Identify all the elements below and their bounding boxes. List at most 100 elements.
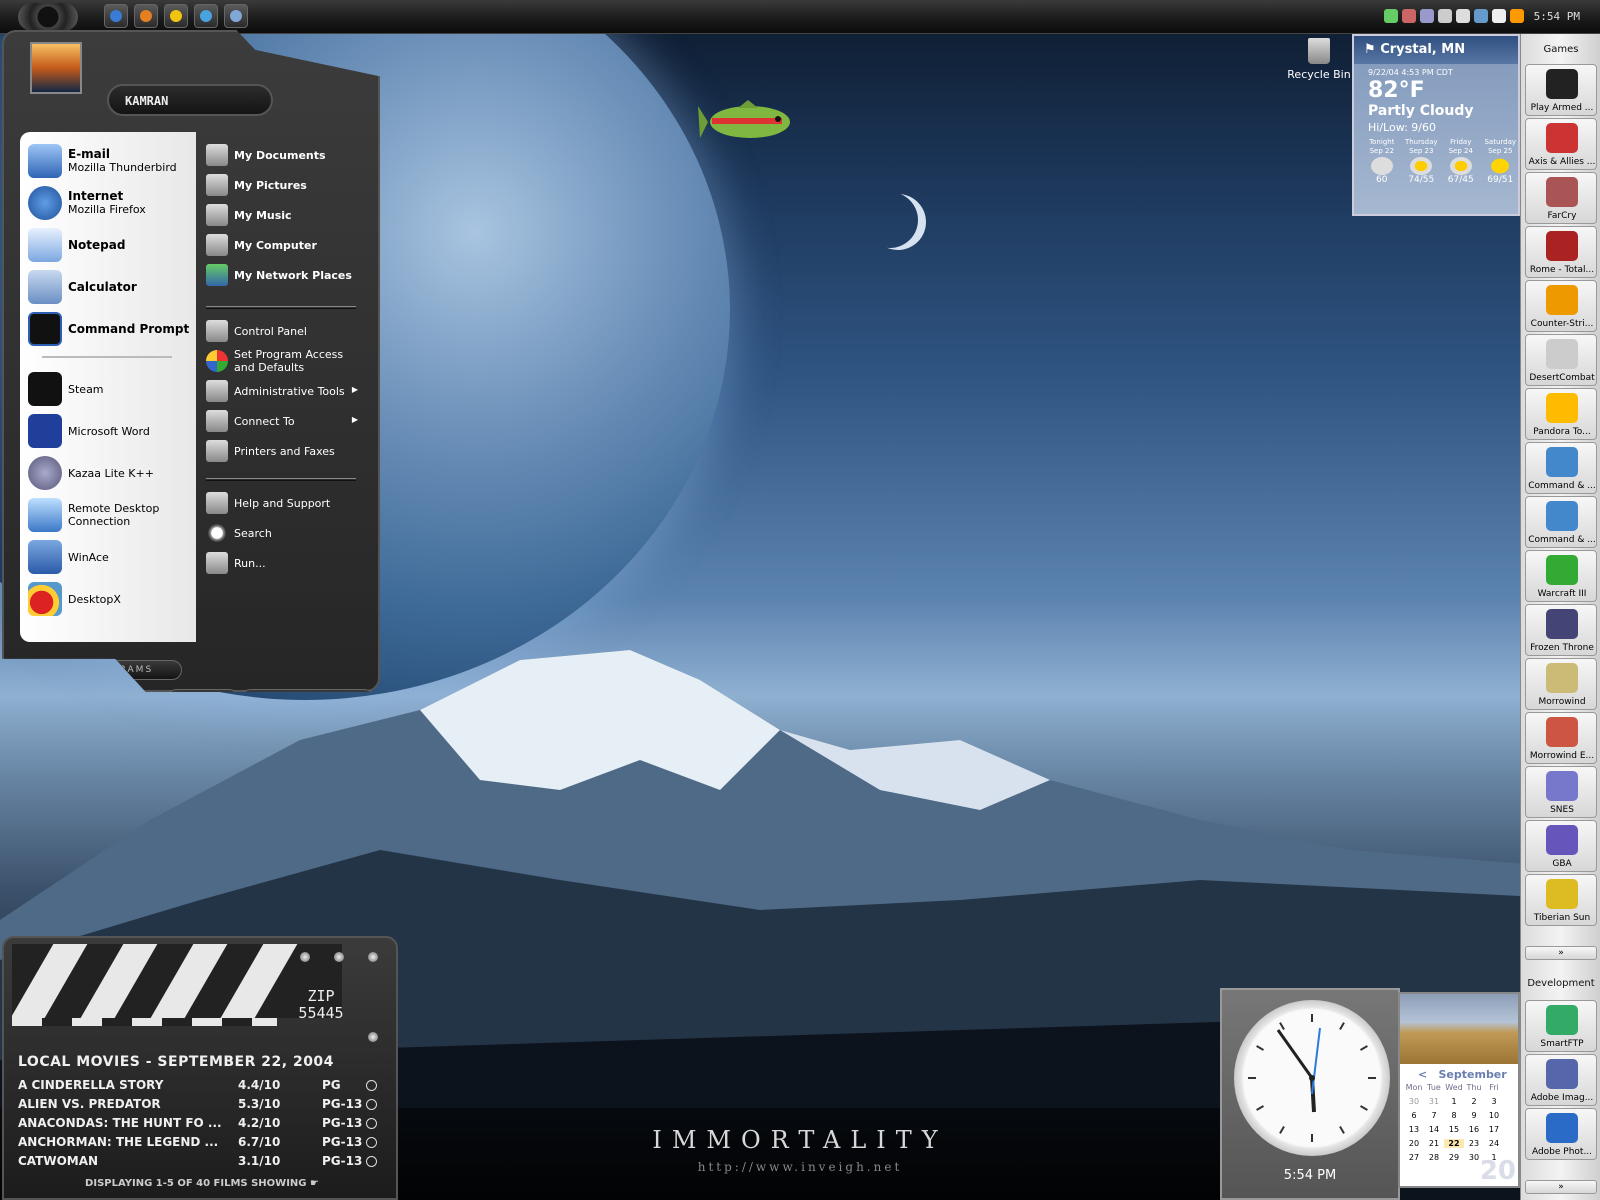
calendar-cell[interactable]: 10 — [1484, 1111, 1504, 1120]
dock-item[interactable]: DesertCombat — [1525, 334, 1597, 386]
tray-app-icon[interactable] — [1491, 9, 1506, 23]
tray-app-icon[interactable] — [1401, 9, 1416, 23]
dock-item[interactable]: Axis & Allies ... — [1525, 118, 1597, 170]
calendar-cell[interactable]: 17 — [1484, 1125, 1504, 1134]
calendar-cell[interactable]: 14 — [1424, 1125, 1444, 1134]
calendar-cell[interactable]: Wed — [1444, 1083, 1464, 1092]
calendar-cell[interactable]: Mon — [1404, 1083, 1424, 1092]
calendar-cell[interactable]: 27 — [1404, 1153, 1424, 1162]
system-connect-to[interactable]: Connect To ▶ — [206, 410, 358, 432]
calendar-prev-button[interactable]: < — [1418, 1068, 1427, 1081]
dock-item[interactable]: Play Armed ... — [1525, 64, 1597, 116]
calendar-cell[interactable]: 2 — [1464, 1097, 1484, 1106]
calendar-cell[interactable]: 22 — [1444, 1139, 1464, 1148]
system-admin-tools[interactable]: Administrative Tools ▶ — [206, 380, 358, 402]
showtimes-clock-icon[interactable] — [366, 1156, 377, 1167]
calendar-cell[interactable]: Tue — [1424, 1083, 1444, 1092]
dock-item[interactable]: Morrowind — [1525, 658, 1597, 710]
dock-item[interactable]: Adobe Imag... — [1525, 1054, 1597, 1106]
tray-app-icon[interactable] — [1473, 9, 1488, 23]
calendar-cell[interactable]: 20 — [1404, 1139, 1424, 1148]
recycle-bin[interactable]: Recycle Bin — [1283, 38, 1355, 81]
dock-item[interactable]: Pandora To... — [1525, 388, 1597, 440]
recent-word[interactable]: Microsoft Word — [28, 414, 192, 448]
quicklaunch-ie-icon[interactable] — [104, 4, 128, 28]
help-and-support[interactable]: Help and Support — [206, 492, 356, 514]
calendar-cell[interactable]: 8 — [1444, 1111, 1464, 1120]
calendar-cell[interactable]: 16 — [1464, 1125, 1484, 1134]
local-movies-widget[interactable]: ZIP 55445 LOCAL MOVIES - SEPTEMBER 22, 2… — [2, 936, 398, 1200]
user-avatar[interactable] — [30, 42, 82, 94]
recent-winace[interactable]: WinAce — [28, 540, 192, 574]
dock-item[interactable]: Counter-Stri... — [1525, 280, 1597, 332]
showtimes-clock-icon[interactable] — [366, 1099, 377, 1110]
showtimes-clock-icon[interactable] — [366, 1137, 377, 1148]
tray-app-icon[interactable] — [1455, 9, 1470, 23]
dock-item[interactable]: FarCry — [1525, 172, 1597, 224]
place-my-computer[interactable]: My Computer — [206, 234, 356, 256]
quicklaunch-network-icon[interactable] — [194, 4, 218, 28]
calendar-cell[interactable]: 6 — [1404, 1111, 1424, 1120]
dock-item[interactable]: Command & ... — [1525, 496, 1597, 548]
calendar-cell[interactable]: 29 — [1444, 1153, 1464, 1162]
quicklaunch-media-icon[interactable] — [164, 4, 188, 28]
weather-widget[interactable]: ⚑ Crystal, MN 9/22/04 4:53 PM CDT 82°F P… — [1352, 34, 1520, 216]
calendar-cell[interactable]: Fri — [1484, 1083, 1504, 1092]
tray-network-icon[interactable] — [1383, 9, 1398, 23]
calendar-cell[interactable]: 24 — [1484, 1139, 1504, 1148]
dock-item[interactable]: Warcraft III — [1525, 550, 1597, 602]
tray-volume-icon[interactable] — [1509, 9, 1524, 23]
fish-desktop-pet[interactable] — [698, 100, 798, 144]
start-orb-button[interactable] — [18, 3, 78, 31]
place-my-music[interactable]: My Music — [206, 204, 356, 226]
quicklaunch-firefox-icon[interactable] — [134, 4, 158, 28]
calendar-cell[interactable]: 15 — [1444, 1125, 1464, 1134]
recent-kazaa[interactable]: Kazaa Lite K++ — [28, 456, 192, 490]
showtimes-clock-icon[interactable] — [366, 1080, 377, 1091]
run-item[interactable]: Run... — [206, 552, 356, 574]
system-program-access[interactable]: Set Program Access and Defaults — [206, 348, 356, 374]
calendar-cell[interactable]: 1 — [1444, 1097, 1464, 1106]
taskbar-clock[interactable]: 5:54 PM — [1534, 10, 1580, 23]
system-control-panel[interactable]: Control Panel — [206, 320, 356, 342]
quicklaunch-tools-icon[interactable] — [224, 4, 248, 28]
calendar-cell[interactable]: 31 — [1424, 1097, 1444, 1106]
calendar-cell[interactable]: 28 — [1424, 1153, 1444, 1162]
movies-footer[interactable]: DISPLAYING 1-5 OF 40 FILMS SHOWING ☛ — [4, 1178, 400, 1189]
tray-app-icon[interactable] — [1419, 9, 1434, 23]
zip-code-display[interactable]: ZIP 55445 — [276, 988, 366, 1044]
calendar-cell[interactable]: 9 — [1464, 1111, 1484, 1120]
dock-item[interactable]: GBA — [1525, 820, 1597, 872]
showtimes-clock-icon[interactable] — [366, 1118, 377, 1129]
calendar-cell[interactable]: 13 — [1404, 1125, 1424, 1134]
dock-more-button[interactable]: » — [1525, 946, 1597, 960]
dock-item[interactable]: Rome - Total... — [1525, 226, 1597, 278]
pinned-email[interactable]: E-mail Mozilla Thunderbird — [28, 144, 192, 178]
search-item[interactable]: Search — [206, 522, 356, 544]
pinned-notepad[interactable]: Notepad — [28, 228, 192, 262]
place-my-network[interactable]: My Network Places — [206, 264, 356, 286]
next-page-icon[interactable]: ☛ — [310, 1178, 319, 1189]
recent-steam[interactable]: Steam — [28, 372, 192, 406]
place-my-documents[interactable]: My Documents — [206, 144, 356, 166]
calendar-cell[interactable]: 3 — [1484, 1097, 1504, 1106]
dock-item[interactable]: Morrowind E... — [1525, 712, 1597, 764]
calendar-cell[interactable]: 7 — [1424, 1111, 1444, 1120]
dock-more-button[interactable]: » — [1525, 1180, 1597, 1194]
dock-item[interactable]: Tiberian Sun — [1525, 874, 1597, 926]
clock-widget[interactable]: 5:54 PM — [1220, 988, 1400, 1200]
place-my-pictures[interactable]: My Pictures — [206, 174, 356, 196]
dock-item[interactable]: Frozen Throne — [1525, 604, 1597, 656]
recent-remote-desktop[interactable]: Remote Desktop Connection — [28, 498, 192, 532]
dock-item[interactable]: SmartFTP — [1525, 1000, 1597, 1052]
pinned-command-prompt[interactable]: Command Prompt — [28, 312, 192, 346]
tray-app-icon[interactable] — [1437, 9, 1452, 23]
calendar-widget[interactable]: < September Mon Tue Wed Thu Fri 30 31 1 2 3 6 7 8 9 10 1… — [1398, 992, 1520, 1188]
calendar-cell[interactable]: 23 — [1464, 1139, 1484, 1148]
pinned-internet[interactable]: Internet Mozilla Firefox — [28, 186, 192, 220]
system-printers[interactable]: Printers and Faxes — [206, 440, 356, 462]
dock-item[interactable]: SNES — [1525, 766, 1597, 818]
dock-item[interactable]: Adobe Phot... — [1525, 1108, 1597, 1160]
dock-item[interactable]: Command & ... — [1525, 442, 1597, 494]
calendar-cell[interactable]: 30 — [1404, 1097, 1424, 1106]
